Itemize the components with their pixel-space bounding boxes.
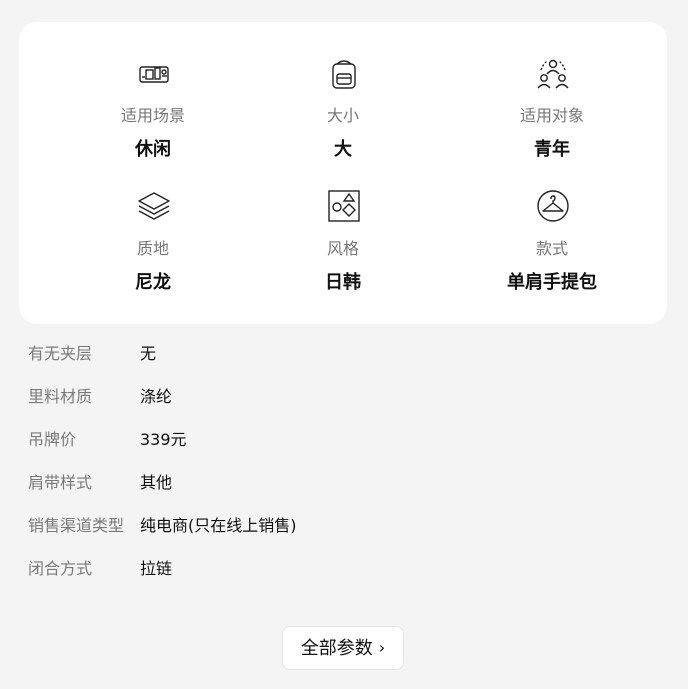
- spec-row: 有无夹层 无: [28, 344, 668, 387]
- attribute-value: 单肩手提包: [507, 272, 597, 293]
- spec-key: 有无夹层: [28, 344, 93, 363]
- attribute-value: 尼龙: [135, 272, 171, 293]
- spec-row: 吊牌价 339元: [28, 430, 668, 473]
- attribute-label: 适用场景: [120, 106, 185, 125]
- attributes-grid: 适用场景 休闲 大小 大 适用对象 青年 质地 尼龙 风格 日韩 款式 单肩手提…: [19, 22, 667, 324]
- spec-row: 销售渠道类型 纯电商(只在线上销售): [28, 516, 668, 559]
- attribute-label: 适用对象: [519, 106, 584, 125]
- backpack-icon: [332, 60, 356, 89]
- spec-key: 肩带样式: [28, 473, 93, 492]
- spec-row: 闭合方式 拉链: [28, 559, 668, 602]
- spec-value: 339元: [140, 430, 187, 449]
- layers-icon: [138, 192, 170, 220]
- all-params-button[interactable]: 全部参数 ›: [282, 626, 404, 670]
- people-icon: [537, 59, 569, 89]
- attribute-style: 风格 日韩: [238, 155, 448, 293]
- spec-value: 纯电商(只在线上销售): [140, 516, 297, 535]
- spec-value: 涤纶: [140, 387, 173, 406]
- attribute-value: 日韩: [325, 272, 361, 293]
- scene-icon: [139, 66, 169, 83]
- attributes-card: 适用场景 休闲 大小 大 适用对象 青年 质地 尼龙 风格 日韩 款式 单肩手提…: [19, 22, 667, 324]
- hanger-icon: [537, 190, 569, 222]
- attribute-size: 大小 大: [238, 22, 448, 160]
- spec-key: 里料材质: [28, 387, 93, 406]
- spec-key: 销售渠道类型: [28, 516, 125, 535]
- attribute-design: 款式 单肩手提包: [447, 155, 657, 293]
- attribute-label: 质地: [136, 239, 169, 258]
- spec-value: 拉链: [140, 559, 173, 578]
- spec-value: 无: [140, 344, 157, 363]
- shapes-icon: [328, 190, 360, 222]
- attribute-label: 大小: [326, 106, 359, 125]
- spec-list: 有无夹层 无 里料材质 涤纶 吊牌价 339元 肩带样式 其他 销售渠道类型 纯…: [28, 344, 668, 602]
- attribute-label: 款式: [535, 239, 568, 258]
- spec-row: 里料材质 涤纶: [28, 387, 668, 430]
- attribute-audience: 适用对象 青年: [447, 22, 657, 160]
- all-params-label: 全部参数: [300, 638, 373, 659]
- spec-value: 其他: [140, 473, 173, 492]
- spec-key: 吊牌价: [28, 430, 77, 449]
- chevron-right-icon: ›: [378, 638, 386, 657]
- attribute-material: 质地 尼龙: [48, 155, 258, 293]
- attribute-label: 风格: [326, 239, 359, 258]
- spec-row: 肩带样式 其他: [28, 473, 668, 516]
- attribute-scene: 适用场景 休闲: [48, 22, 258, 160]
- spec-key: 闭合方式: [28, 559, 93, 578]
